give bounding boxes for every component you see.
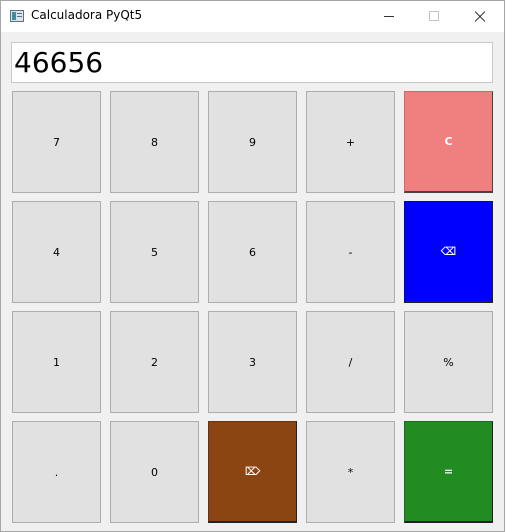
keypad: 7 8 9 + C 4 5 6 - ⌫ 1 2 3 / % . 0 ⌦ * = [12,91,493,523]
key-9[interactable]: 9 [208,91,297,193]
window-title: Calculadora PyQt5 [31,8,143,22]
key-percent[interactable]: % [404,311,493,413]
close-icon[interactable] [457,1,503,32]
key-decimal[interactable]: . [12,421,101,523]
title-bar[interactable]: Calculadora PyQt5 [1,1,504,32]
calculator-app-icon [10,10,24,22]
key-8[interactable]: 8 [110,91,199,193]
key-3[interactable]: 3 [208,311,297,413]
key-divide[interactable]: / [306,311,395,413]
key-7[interactable]: 7 [12,91,101,193]
key-4[interactable]: 4 [12,201,101,303]
maximize-icon[interactable] [411,1,457,32]
key-plus[interactable]: + [306,91,395,193]
key-0[interactable]: 0 [110,421,199,523]
key-1[interactable]: 1 [12,311,101,413]
key-backspace[interactable]: ⌫ [404,201,493,303]
key-delete[interactable]: ⌦ [208,421,297,523]
result-display[interactable]: 46656 [11,42,493,83]
key-equals[interactable]: = [404,421,493,523]
key-5[interactable]: 5 [110,201,199,303]
key-multiply[interactable]: * [306,421,395,523]
key-6[interactable]: 6 [208,201,297,303]
key-clear[interactable]: C [404,91,493,193]
calculator-window: Calculadora PyQt5 46656 7 8 9 + C 4 5 6 … [0,0,505,532]
minimize-icon[interactable] [366,1,412,32]
key-minus[interactable]: - [306,201,395,303]
key-2[interactable]: 2 [110,311,199,413]
